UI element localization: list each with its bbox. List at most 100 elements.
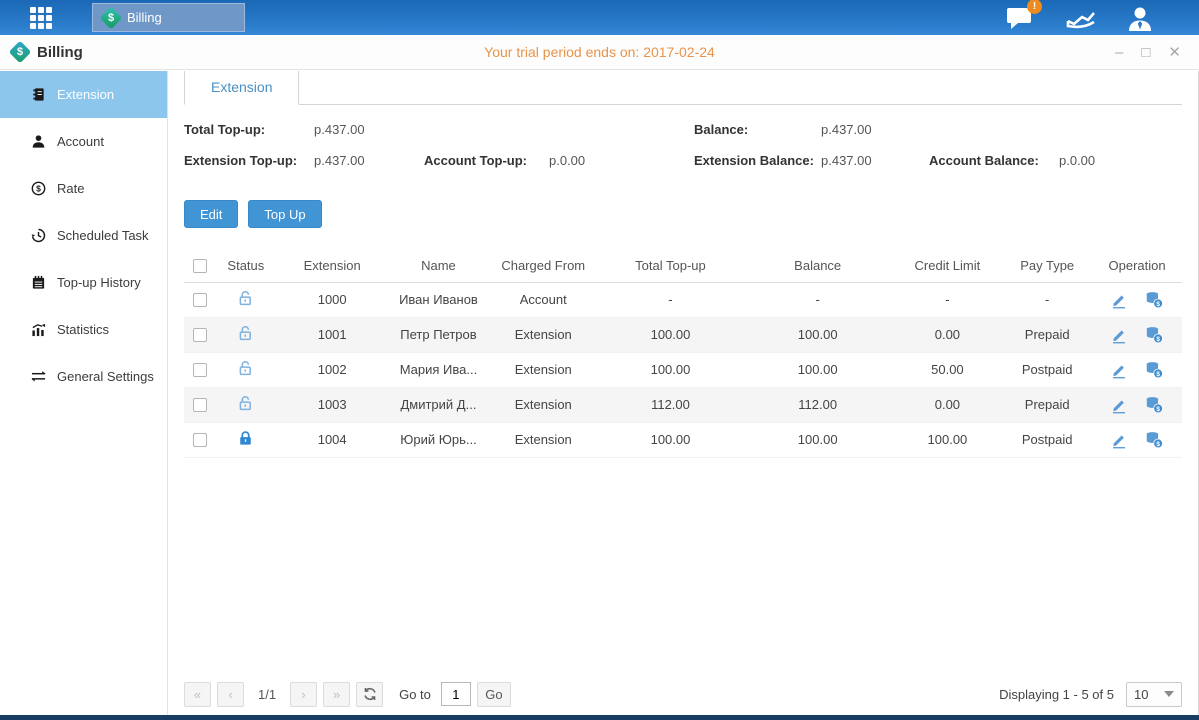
tab-extension[interactable]: Extension	[184, 71, 299, 105]
chevron-down-icon	[1164, 691, 1174, 697]
row-checkbox[interactable]	[193, 433, 207, 447]
edit-pencil-icon[interactable]	[1110, 326, 1128, 344]
operation-cell: $	[1092, 290, 1182, 309]
reports-chart-icon[interactable]	[1066, 6, 1094, 30]
top-up-button[interactable]: Top Up	[248, 200, 321, 228]
status-cell	[216, 317, 276, 352]
account-topup-value: p.0.00	[549, 153, 585, 168]
refresh-icon	[363, 687, 377, 701]
dollar-circle-icon: $	[31, 181, 46, 196]
sidebar-label: Statistics	[57, 322, 109, 337]
credit-limit-cell: 0.00	[893, 317, 1003, 352]
extension-balance-value: p.437.00	[821, 153, 872, 168]
charged-from-cell: Extension	[488, 422, 598, 457]
topup-coins-icon[interactable]: $	[1144, 290, 1164, 309]
row-checkbox[interactable]	[193, 363, 207, 377]
unlocked-icon	[237, 359, 254, 377]
col-total-topup: Total Top-up	[598, 249, 743, 282]
unlocked-icon	[237, 394, 254, 412]
sidebar-item-extension[interactable]: Extension	[0, 71, 167, 118]
svg-text:$: $	[1156, 336, 1160, 343]
edit-pencil-icon[interactable]	[1110, 291, 1128, 309]
table-body: 1000Иван ИвановAccount----$1001Петр Петр…	[184, 282, 1182, 457]
sidebar-item-account[interactable]: Account	[0, 118, 167, 165]
sidebar-label: Top-up History	[57, 275, 141, 290]
table-row: 1000Иван ИвановAccount----$	[184, 282, 1182, 317]
bottom-strip	[0, 715, 1199, 720]
sidebar-label: Rate	[57, 181, 84, 196]
ledger-icon	[31, 87, 46, 102]
row-checkbox[interactable]	[193, 328, 207, 342]
operation-cell: $	[1092, 395, 1182, 414]
unlocked-icon	[237, 324, 254, 342]
notifications-chat-icon[interactable]: !	[1006, 6, 1034, 30]
sidebar-item-scheduled-task[interactable]: Scheduled Task	[0, 212, 167, 259]
operation-cell: $	[1092, 360, 1182, 379]
edit-button[interactable]: Edit	[184, 200, 238, 228]
svg-text:$: $	[1156, 441, 1160, 448]
locked-icon	[237, 429, 254, 447]
select-all-checkbox[interactable]	[193, 259, 207, 273]
stats-icon	[31, 322, 46, 337]
sidebar-item-statistics[interactable]: Statistics	[0, 306, 167, 353]
name-cell: Иван Иванов	[389, 282, 489, 317]
page-size-select[interactable]: 10	[1126, 682, 1182, 707]
goto-page-input[interactable]	[441, 682, 471, 706]
balance-cell: 112.00	[743, 387, 893, 422]
sidebar: Extension Account $ Rate Scheduled Task	[0, 71, 168, 715]
pagination-bar: « ‹ 1/1 › » Go to Go Displaying 1 - 5 of…	[184, 680, 1182, 708]
sidebar-item-general-settings[interactable]: General Settings	[0, 353, 167, 400]
prev-page-button[interactable]: ‹	[217, 682, 244, 707]
col-extension: Extension	[276, 249, 389, 282]
close-icon[interactable]: ✕	[1168, 45, 1181, 60]
row-checkbox[interactable]	[193, 293, 207, 307]
topup-coins-icon[interactable]: $	[1144, 360, 1164, 379]
trial-notice: Your trial period ends on: 2017-02-24	[200, 44, 999, 60]
taskbar: $ Billing !	[0, 0, 1199, 35]
balance-cell: 100.00	[743, 352, 893, 387]
total-topup-cell: 100.00	[598, 422, 743, 457]
topup-coins-icon[interactable]: $	[1144, 430, 1164, 449]
balance-summary: Total Top-up: p.437.00 Balance: p.437.00…	[184, 119, 1182, 181]
taskbar-tab-label: Billing	[127, 10, 162, 25]
edit-pencil-icon[interactable]	[1110, 361, 1128, 379]
row-checkbox[interactable]	[193, 398, 207, 412]
maximize-icon[interactable]: □	[1141, 45, 1150, 60]
total-topup-cell: 100.00	[598, 317, 743, 352]
last-page-button[interactable]: »	[323, 682, 350, 707]
displaying-info: Displaying 1 - 5 of 5	[999, 687, 1114, 702]
user-account-icon[interactable]	[1126, 6, 1154, 30]
edit-pencil-icon[interactable]	[1110, 396, 1128, 414]
sidebar-item-rate[interactable]: $ Rate	[0, 165, 167, 212]
sidebar-item-topup-history[interactable]: Top-up History	[0, 259, 167, 306]
taskbar-billing-tab[interactable]: $ Billing	[92, 3, 245, 32]
col-operation: Operation	[1092, 249, 1182, 282]
topup-coins-icon[interactable]: $	[1144, 395, 1164, 414]
charged-from-cell: Extension	[488, 317, 598, 352]
first-page-button[interactable]: «	[184, 682, 211, 707]
col-pay-type: Pay Type	[1002, 249, 1092, 282]
next-page-button[interactable]: ›	[290, 682, 317, 707]
total-topup-cell: -	[598, 282, 743, 317]
extension-cell: 1001	[276, 317, 389, 352]
topup-coins-icon[interactable]: $	[1144, 325, 1164, 344]
name-cell: Юрий Юрь...	[389, 422, 489, 457]
edit-pencil-icon[interactable]	[1110, 431, 1128, 449]
table-row: 1002Мария Ива...Extension100.00100.0050.…	[184, 352, 1182, 387]
svg-text:$: $	[1156, 406, 1160, 413]
window-title: Billing	[37, 44, 83, 61]
goto-label: Go to	[399, 687, 431, 702]
status-cell	[216, 282, 276, 317]
go-button[interactable]: Go	[477, 682, 511, 707]
total-topup-cell: 100.00	[598, 352, 743, 387]
page-size-value: 10	[1134, 687, 1148, 702]
table-row: 1003Дмитрий Д...Extension112.00112.000.0…	[184, 387, 1182, 422]
apps-grid-icon[interactable]	[30, 7, 52, 29]
table-row: 1001Петр ПетровExtension100.00100.000.00…	[184, 317, 1182, 352]
extension-balance-label: Extension Balance:	[694, 153, 814, 168]
total-topup-cell: 112.00	[598, 387, 743, 422]
table-header-row: Status Extension Name Charged From Total…	[184, 249, 1182, 282]
refresh-button[interactable]	[356, 682, 383, 707]
person-icon	[31, 134, 46, 149]
minimize-icon[interactable]: –	[1115, 45, 1123, 60]
